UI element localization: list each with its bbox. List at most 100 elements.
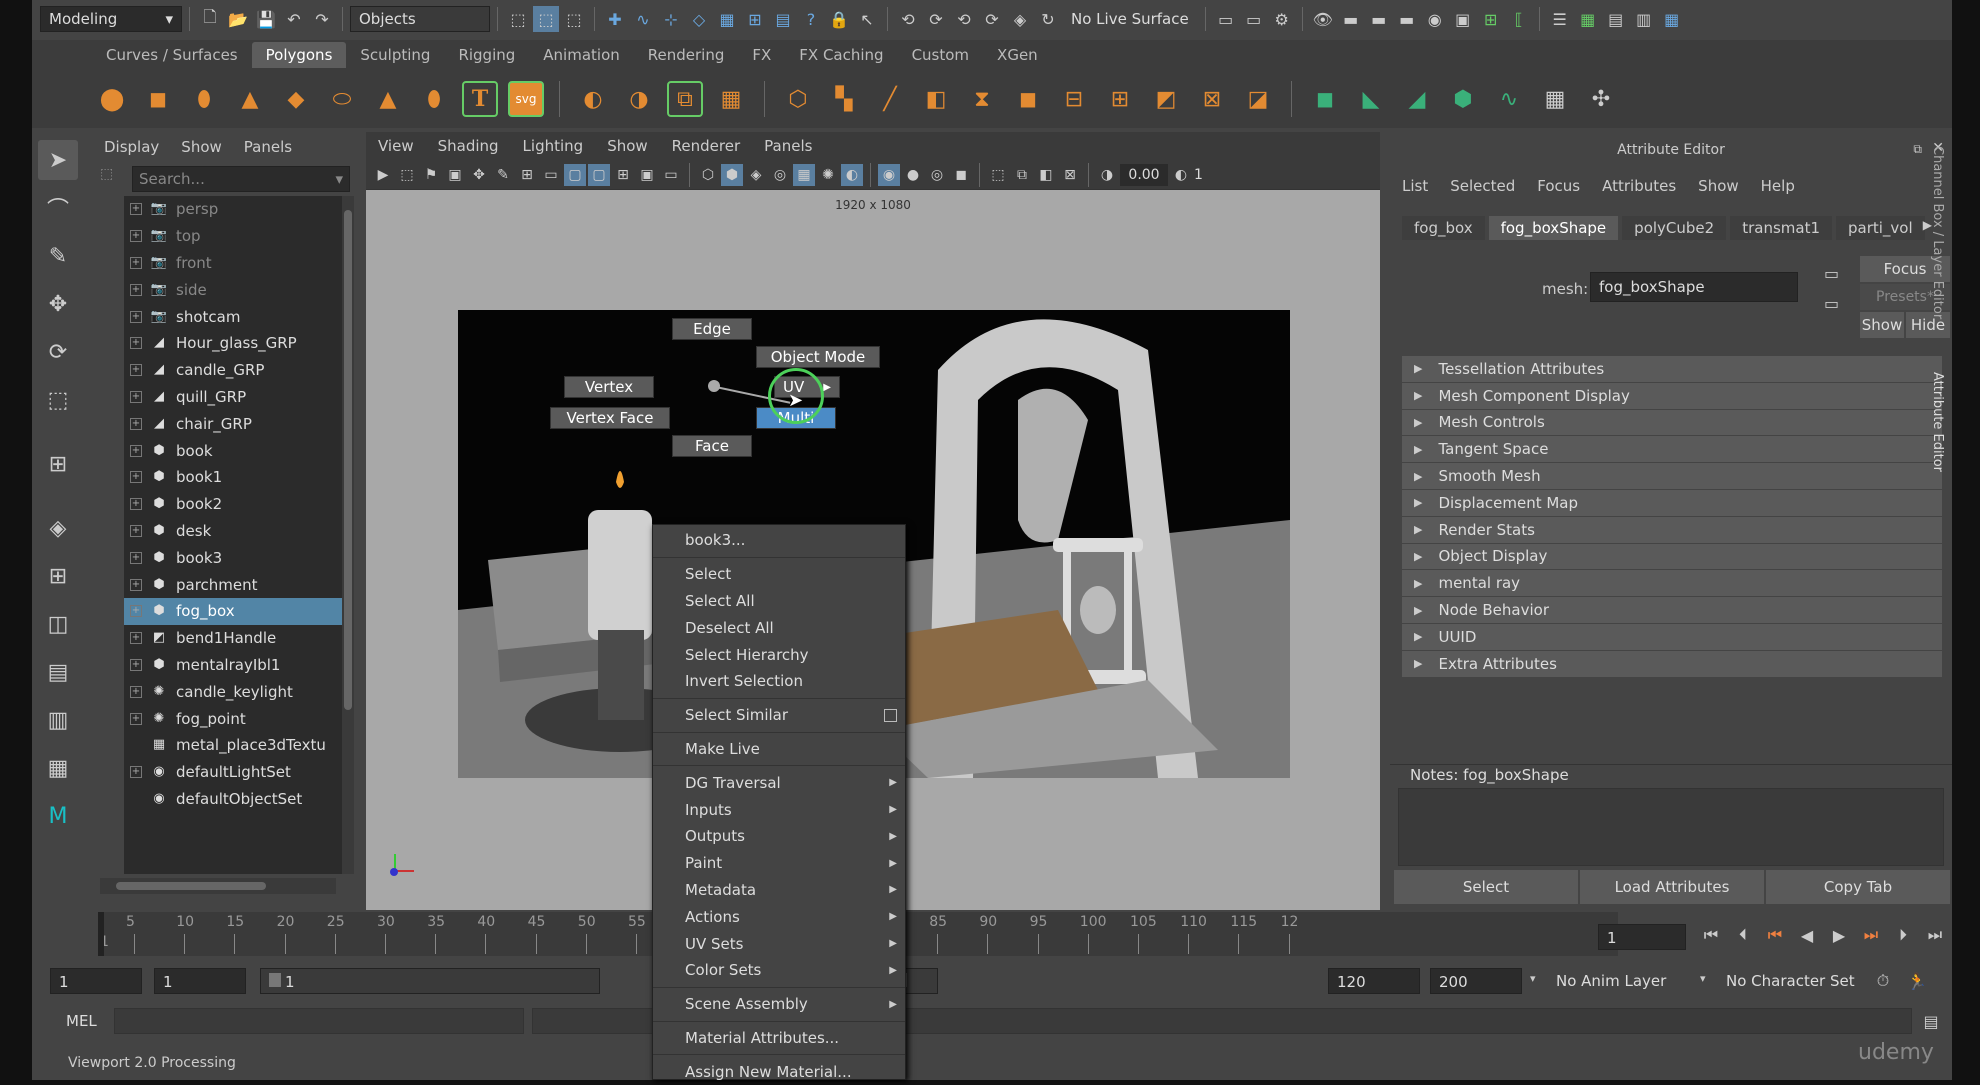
- outliner-item[interactable]: + ⬢ fog_box: [124, 597, 342, 625]
- outliner-item[interactable]: + ◢ candle_GRP: [124, 357, 342, 384]
- render-settings-icon[interactable]: ⚙: [1269, 6, 1295, 32]
- outliner-item[interactable]: + 📷 shotcam: [124, 303, 342, 330]
- render-frame-icon[interactable]: ▭: [1241, 6, 1267, 32]
- mesh-name-field[interactable]: fog_boxShape: [1590, 272, 1798, 302]
- outliner-item[interactable]: + 📷 persp: [124, 196, 342, 223]
- select-object-icon[interactable]: ⬚: [533, 6, 559, 32]
- target-weld-icon[interactable]: ⊠: [1194, 81, 1230, 117]
- outliner-item[interactable]: + ⬢ desk: [124, 518, 342, 545]
- marking-menu-edge[interactable]: Edge: [672, 318, 752, 340]
- ae-menu-list[interactable]: List: [1402, 177, 1428, 195]
- ae-menu-focus[interactable]: Focus: [1537, 177, 1580, 195]
- chevron-down-icon[interactable]: ▾: [1700, 972, 1706, 985]
- menu-set-dropdown[interactable]: Modeling ▾: [40, 6, 182, 32]
- range-slider[interactable]: 1: [260, 968, 600, 994]
- attribute-section[interactable]: ▶ UUID: [1402, 623, 1942, 651]
- ctx-paint[interactable]: Paint ▶: [653, 850, 905, 877]
- film-gate-icon[interactable]: ▭: [540, 164, 562, 186]
- character-set-dropdown[interactable]: No Character Set: [1718, 968, 1866, 994]
- ambient-occlusion-icon[interactable]: ◉: [878, 163, 900, 186]
- snap-live-icon[interactable]: ▤: [770, 6, 796, 32]
- animation-start-field[interactable]: 1: [50, 968, 142, 994]
- marking-menu-vertex[interactable]: Vertex: [564, 376, 654, 398]
- construction-history-icon[interactable]: ⟳: [923, 6, 949, 32]
- auto-key-icon[interactable]: ⏱: [1870, 968, 1896, 994]
- expand-triangle-icon[interactable]: ▶: [1414, 550, 1422, 563]
- attribute-section[interactable]: ▶ mental ray: [1402, 570, 1942, 598]
- poly-pipe-icon[interactable]: ⬮: [416, 81, 452, 117]
- mel-label[interactable]: MEL: [66, 1012, 97, 1030]
- layer-editor-icon[interactable]: ▦: [1659, 6, 1685, 32]
- playback-start-field[interactable]: 1: [154, 968, 246, 994]
- ae-tab[interactable]: fog_box: [1402, 216, 1485, 240]
- outliner-item[interactable]: + ⬢ book3: [124, 544, 342, 571]
- bookmark-icon[interactable]: ⚑: [420, 164, 442, 186]
- outliner-item[interactable]: +▦metal_place3dTextu: [124, 732, 342, 759]
- anim-prefs-icon[interactable]: 🏃: [1904, 968, 1930, 994]
- float-panel-icon[interactable]: ⧉: [1913, 142, 1922, 157]
- expand-icon[interactable]: +: [130, 605, 142, 618]
- ctx-dg-traversal[interactable]: DG Traversal ▶: [653, 769, 905, 796]
- ctx-make-live[interactable]: Make Live: [653, 736, 905, 763]
- hypershade-icon[interactable]: ▬: [1394, 6, 1420, 32]
- viewport-menu-shading[interactable]: Shading: [438, 137, 499, 155]
- attribute-section[interactable]: ▶ Displacement Map: [1402, 489, 1942, 517]
- outliner-item[interactable]: + ⬢ book1: [124, 464, 342, 491]
- attribute-section[interactable]: ▶ Render Stats: [1402, 516, 1942, 544]
- attribute-section[interactable]: ▶ Tessellation Attributes: [1402, 356, 1942, 383]
- channel-box-icon[interactable]: ▥: [1631, 6, 1657, 32]
- outliner-hscrollbar[interactable]: [100, 878, 336, 894]
- svg-icon[interactable]: svg: [508, 81, 544, 117]
- multi-cut-icon[interactable]: ⊟: [1056, 81, 1092, 117]
- expand-triangle-icon[interactable]: ▶: [1414, 657, 1422, 670]
- attribute-section[interactable]: ▶ Tangent Space: [1402, 436, 1942, 464]
- ctx-actions[interactable]: Actions ▶: [653, 903, 905, 930]
- select-button[interactable]: Select: [1394, 870, 1578, 904]
- field-chart-icon[interactable]: ⊞: [612, 164, 634, 186]
- expand-icon[interactable]: +: [130, 766, 142, 779]
- open-scene-icon[interactable]: 📂: [225, 6, 251, 32]
- ae-tab[interactable]: parti_vol: [1836, 216, 1925, 240]
- command-input[interactable]: [114, 1008, 524, 1034]
- select-component-icon[interactable]: ⬚: [561, 6, 587, 32]
- render-view-icon[interactable]: ▭: [1213, 6, 1239, 32]
- expand-icon[interactable]: +: [130, 444, 142, 457]
- shelf-tab-xgen[interactable]: XGen: [983, 42, 1052, 68]
- outliner-item[interactable]: + ⬢ book2: [124, 491, 342, 518]
- expand-triangle-icon[interactable]: ▶: [1414, 523, 1422, 536]
- lighting-icon[interactable]: ✺: [817, 164, 839, 186]
- ctx-select-all[interactable]: Select All: [653, 588, 905, 615]
- chevron-down-icon[interactable]: ▾: [1530, 972, 1536, 985]
- bevel-icon[interactable]: ▚: [826, 81, 862, 117]
- grid-toggle-icon[interactable]: ⊞: [1478, 6, 1504, 32]
- ctx-uv-sets[interactable]: UV Sets ▶: [653, 930, 905, 957]
- combine-icon[interactable]: ◐: [575, 81, 611, 117]
- attribute-editor-icon[interactable]: ▦: [1575, 6, 1601, 32]
- four-view-icon[interactable]: ⊞: [38, 556, 78, 596]
- snap-view-icon[interactable]: ◇: [686, 6, 712, 32]
- camera-attributes-icon[interactable]: ⬚: [396, 164, 418, 186]
- expand-icon[interactable]: +: [130, 283, 142, 296]
- ctx-select[interactable]: Select: [653, 561, 905, 588]
- history-icon[interactable]: ⟲: [895, 6, 921, 32]
- attribute-section[interactable]: ▶ Node Behavior: [1402, 597, 1942, 624]
- depth-of-field-icon[interactable]: ◼: [950, 164, 972, 186]
- outliner-item[interactable]: + ⬢ book: [124, 437, 342, 464]
- shelf-tab-fx-caching[interactable]: FX Caching: [785, 42, 897, 68]
- expand-triangle-icon[interactable]: ▶: [1414, 362, 1422, 375]
- fill-hole-icon[interactable]: ⧗: [964, 81, 1000, 117]
- shelf-tab-rendering[interactable]: Rendering: [634, 42, 739, 68]
- snap-vertex-icon[interactable]: ⊞: [742, 6, 768, 32]
- ae-menu-selected[interactable]: Selected: [1450, 177, 1515, 195]
- lock-icon[interactable]: 🔒: [826, 6, 852, 32]
- smooth-shade-icon[interactable]: ⬢: [721, 163, 743, 186]
- output-ops-icon[interactable]: ⟳: [979, 6, 1005, 32]
- last-tool-icon[interactable]: ⊞: [38, 444, 78, 484]
- merge-icon[interactable]: ◼: [1010, 81, 1046, 117]
- ae-tab[interactable]: fog_boxShape: [1488, 216, 1619, 240]
- 2d-pan-icon[interactable]: ✥: [468, 164, 490, 186]
- separate-icon[interactable]: ◑: [621, 81, 657, 117]
- camera-icon[interactable]: ▶: [372, 164, 394, 186]
- ctx-scene-assembly[interactable]: Scene Assembly ▶: [653, 991, 905, 1018]
- uv-editor-icon[interactable]: ◼: [1307, 81, 1343, 117]
